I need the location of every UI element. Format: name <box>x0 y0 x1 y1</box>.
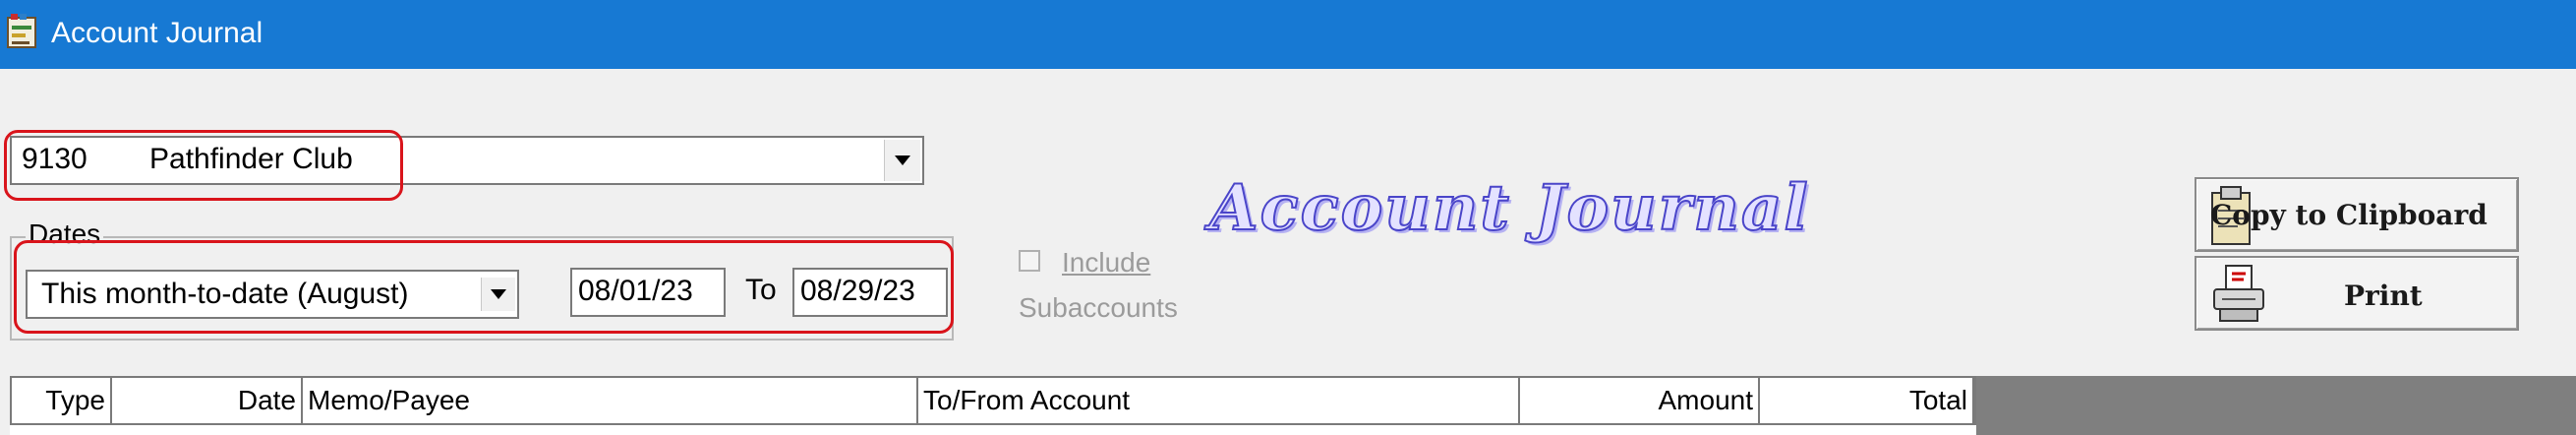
date-range-value: This month-to-date (August) <box>41 278 409 310</box>
chevron-down-icon <box>895 155 910 165</box>
column-header-total[interactable]: Total <box>1760 378 1974 423</box>
copy-to-clipboard-label: Copy to Clipboard <box>2210 199 2488 231</box>
to-date-input[interactable]: 08/29/23 <box>792 268 948 317</box>
printer-icon <box>2213 265 2264 322</box>
journal-grid-header: Type Date Memo/Payee To/From Account Amo… <box>10 376 1976 425</box>
to-label: To <box>745 274 777 306</box>
copy-to-clipboard-button[interactable]: Copy to Clipboard <box>2195 177 2519 252</box>
title-bar: Account Journal <box>0 0 2576 69</box>
from-date-input[interactable]: 08/01/23 <box>570 268 726 317</box>
column-header-amount[interactable]: Amount <box>1520 378 1760 423</box>
chevron-down-icon <box>491 289 506 299</box>
column-header-memo-payee[interactable]: Memo/Payee <box>303 378 918 423</box>
print-label: Print <box>2344 280 2423 312</box>
print-button[interactable]: Print <box>2195 256 2519 331</box>
date-range-dropdown-button[interactable] <box>481 278 515 311</box>
account-dropdown-button[interactable] <box>884 140 920 181</box>
grid-empty-area <box>1976 376 2576 435</box>
column-header-type[interactable]: Type <box>12 378 112 423</box>
column-header-date[interactable]: Date <box>112 378 303 423</box>
journal-grid-body <box>10 425 1976 435</box>
dates-group-label: Dates <box>26 218 104 250</box>
account-number: 9130 <box>22 143 88 175</box>
subaccounts-label: Subaccounts <box>1019 292 1178 323</box>
column-header-to-from-account[interactable]: To/From Account <box>918 378 1520 423</box>
account-journal-app-icon <box>7 14 36 48</box>
include-subaccounts-checkbox[interactable] <box>1019 250 1040 272</box>
account-select[interactable]: 9130 Pathfinder Club <box>10 136 924 185</box>
account-journal-banner: Account Journal <box>1208 170 1810 246</box>
date-range-select[interactable]: This month-to-date (August) <box>26 270 519 319</box>
window-title: Account Journal <box>51 17 263 49</box>
account-name: Pathfinder Club <box>149 143 353 175</box>
include-label: Include <box>1062 247 1151 278</box>
